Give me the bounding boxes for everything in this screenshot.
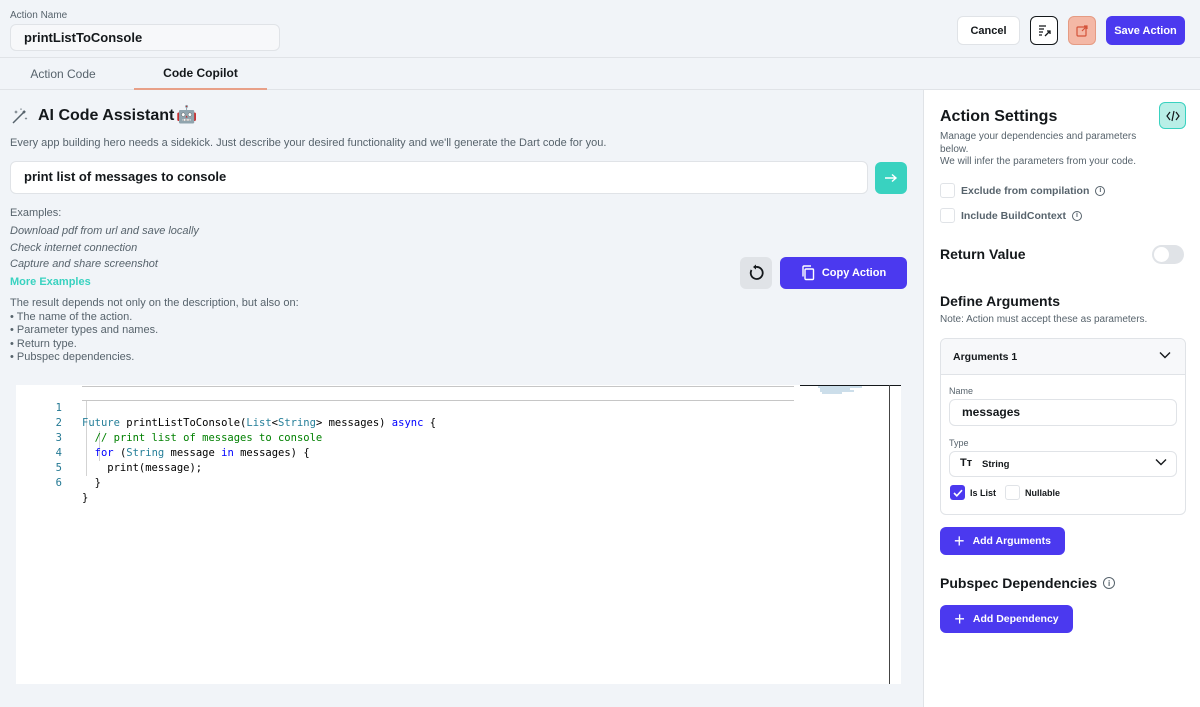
text-type-icon: Tт	[960, 457, 973, 469]
include-buildcontext-checkbox[interactable]	[940, 208, 955, 223]
chevron-down-icon	[1155, 459, 1167, 466]
pubspec-dependencies-label: Pubspec Dependencies	[940, 575, 1098, 591]
define-arguments-title: Define Arguments	[940, 293, 1061, 309]
copy-icon	[802, 265, 815, 281]
return-value-label: Return Value	[940, 246, 1026, 262]
magic-wand-icon	[12, 108, 28, 124]
code-text: }	[82, 492, 89, 504]
code-editor[interactable]: 1 Future printListToConsole(List<String>…	[16, 385, 901, 684]
result-info-line: The result depends not only on the descr…	[10, 297, 299, 309]
chevron-down-icon	[1159, 352, 1171, 359]
argument-type-value: String	[982, 459, 1010, 470]
add-dependency-label: Add Dependency	[972, 613, 1059, 625]
exclude-compilation-checkbox[interactable]	[940, 183, 955, 198]
assistant-title: AI Code Assistant	[38, 107, 175, 124]
name-field-label: Name	[949, 386, 974, 396]
top-bar: Action Name printListToConsole Cancel Sa…	[0, 0, 1200, 58]
result-info-line: • Return type.	[10, 337, 77, 350]
checkmark-icon	[952, 489, 963, 497]
tab-code-copilot[interactable]: Code Copilot	[134, 58, 267, 90]
add-dependency-button[interactable]: + Add Dependency	[940, 605, 1073, 633]
examples-list: Download pdf from url and save locally C…	[10, 223, 199, 273]
view-code-button[interactable]	[1159, 102, 1186, 129]
nullable-checkbox[interactable]	[1005, 485, 1020, 500]
argument-name-input[interactable]: messages	[949, 399, 1177, 426]
save-action-button[interactable]: Save Action	[1106, 16, 1185, 45]
info-icon[interactable]: i	[1072, 210, 1082, 221]
type-field-label: Type	[949, 438, 969, 448]
result-info-line: • Parameter types and names.	[10, 324, 159, 336]
arrow-right-icon	[885, 173, 898, 183]
nullable-row[interactable]: Nullable	[1005, 485, 1060, 500]
reset-button[interactable]	[740, 257, 772, 289]
cancel-button[interactable]: Cancel	[957, 16, 1020, 45]
is-list-checkbox[interactable]	[950, 485, 965, 500]
settings-title: Action Settings	[940, 108, 1058, 125]
pubspec-dependencies-title: Pubspec Dependencies i	[940, 575, 1116, 591]
info-icon[interactable]: i	[1103, 577, 1116, 589]
copy-action-button[interactable]: Copy Action	[780, 257, 907, 289]
example-item[interactable]: Download pdf from url and save locally	[10, 223, 199, 240]
action-name-label: Action Name	[10, 10, 68, 21]
code-line: 1 Future printListToConsole(List<String>…	[16, 386, 901, 429]
external-link-icon	[1076, 24, 1088, 37]
open-external-button[interactable]	[1068, 16, 1096, 45]
code-text: }	[82, 477, 101, 489]
include-buildcontext-label: Include BuildContext	[961, 209, 1066, 222]
example-item[interactable]: Check internet connection	[10, 240, 199, 257]
exclude-compilation-row[interactable]: Exclude from compilation i	[940, 183, 1106, 198]
add-arguments-button[interactable]: + Add Arguments	[940, 527, 1065, 555]
add-arguments-label: Add Arguments	[972, 535, 1051, 547]
more-examples-link[interactable]: More Examples	[10, 276, 91, 288]
include-buildcontext-row[interactable]: Include BuildContext i	[940, 208, 1082, 223]
documentation-icon	[1039, 24, 1051, 36]
argument-card: Arguments 1 Name messages Type Tт String…	[940, 338, 1186, 515]
exclude-compilation-label: Exclude from compilation	[961, 184, 1090, 197]
tab-bar: Action Code Code Copilot	[0, 58, 1200, 90]
action-name-input[interactable]: printListToConsole	[10, 24, 280, 51]
plus-icon: +	[954, 609, 965, 629]
code-icon	[1165, 110, 1180, 121]
info-icon[interactable]: i	[1095, 185, 1106, 196]
nullable-label: Nullable	[1025, 487, 1061, 498]
code-line: 2 // print list of messages to console	[16, 401, 901, 444]
generate-button[interactable]	[875, 162, 907, 194]
code-line: 6 }	[16, 461, 901, 504]
argument-card-title: Arguments 1	[953, 351, 1018, 363]
code-copilot-panel: AI Code Assistant 🤖 Every app building h…	[0, 90, 923, 707]
line-number: 6	[55, 477, 62, 489]
code-line: 4 print(message);	[16, 431, 901, 474]
tab-action-code[interactable]: Action Code	[0, 58, 126, 90]
robot-icon: 🤖	[176, 105, 198, 124]
argument-type-select[interactable]: Tт String	[949, 451, 1177, 477]
code-line: 5 }	[16, 446, 901, 489]
is-list-row[interactable]: Is List	[950, 485, 996, 500]
code-line: 3 for (String message in messages) {	[16, 416, 901, 459]
result-info-line: • Pubspec dependencies.	[10, 351, 135, 363]
action-settings-panel: Action Settings Manage your dependencies…	[923, 90, 1200, 707]
settings-description-line: Manage your dependencies and parameters …	[940, 131, 1137, 155]
examples-heading: Examples:	[10, 207, 62, 219]
is-list-label: Is List	[970, 487, 997, 498]
copy-action-label: Copy Action	[821, 267, 887, 279]
plus-icon: +	[954, 531, 965, 551]
example-item[interactable]: Capture and share screenshot	[10, 256, 199, 273]
settings-description-line: We will infer the parameters from your c…	[940, 156, 1137, 167]
prompt-input[interactable]: print list of messages to console	[10, 161, 868, 194]
result-info-line: • The name of the action.	[10, 310, 133, 323]
define-arguments-note: Note: Action must accept these as parame…	[940, 314, 1148, 325]
return-value-toggle[interactable]	[1152, 245, 1184, 264]
argument-card-header[interactable]: Arguments 1	[941, 339, 1185, 375]
assistant-description: Every app building hero needs a sidekick…	[10, 137, 607, 149]
result-info: The result depends not only on the descr…	[10, 297, 299, 365]
documentation-button[interactable]	[1030, 16, 1058, 45]
settings-description: Manage your dependencies and parameters …	[940, 131, 1155, 169]
refresh-icon	[749, 264, 764, 280]
